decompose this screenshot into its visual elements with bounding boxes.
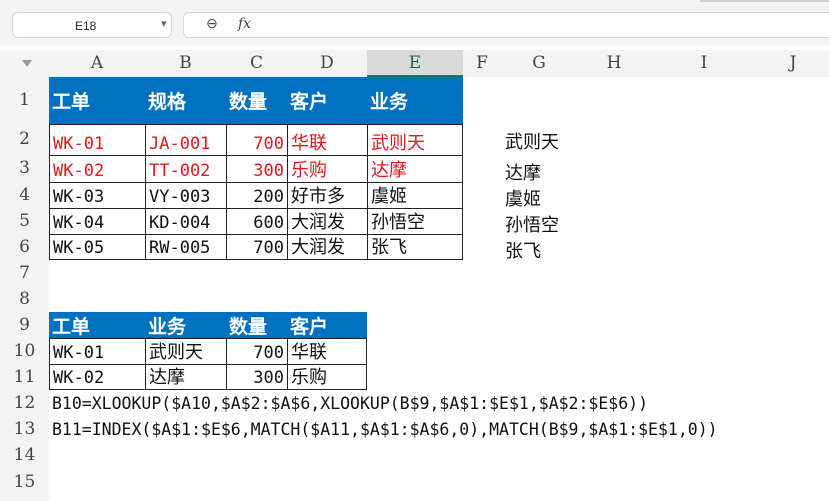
table1-cell[interactable]: JA-001 [145,124,227,156]
table1-header-cell[interactable]: 工单 [49,77,145,124]
table1-cell[interactable]: 虞姬 [367,182,463,209]
row-header-2[interactable]: 2 [0,124,49,155]
column-header-b[interactable]: B [145,50,226,77]
row-header-7[interactable]: 7 [0,260,49,286]
table2-header-cell[interactable]: 业务 [145,312,226,338]
table2-header-cell[interactable]: 工单 [49,312,145,338]
row-header-5[interactable]: 5 [0,208,49,234]
table2-header-cell[interactable]: 数量 [226,312,287,338]
table1-cell[interactable]: KD-004 [145,208,227,235]
row-header-15[interactable]: 15 [0,468,49,501]
g-column-cell[interactable]: 武则天 [505,128,559,154]
table1-cell[interactable]: VY-003 [145,182,227,209]
table1-cell[interactable]: 300 [226,155,288,183]
table1-cell[interactable]: TT-002 [145,155,227,183]
chevron-down-icon[interactable]: ▾ [161,17,167,30]
zoom-icon[interactable]: ⊖ [206,16,218,32]
table2-cell[interactable]: 武则天 [145,338,227,365]
column-header-i[interactable]: I [651,50,757,77]
name-box[interactable]: E18 ▾ [12,12,172,38]
window-edge [700,0,829,2]
select-all-icon [22,60,32,67]
row-header-9[interactable]: 9 [0,312,49,338]
g-column-cell[interactable]: 虞姬 [505,185,541,211]
table1-cell[interactable]: 武则天 [367,124,463,156]
row-header-4[interactable]: 4 [0,182,49,208]
column-header-h[interactable]: H [577,50,651,77]
column-header-d[interactable]: D [287,50,367,77]
table1-cell[interactable]: WK-04 [49,208,146,235]
column-header-j[interactable]: J [757,50,829,77]
formula-note-b10[interactable]: B10=XLOOKUP($A10,$A$2:$A$6,XLOOKUP(B$9,$… [52,394,648,413]
column-header-e[interactable]: E [367,50,463,77]
formula-note-b11[interactable]: B11=INDEX($A$1:$E$6,MATCH($A11,$A$1:$A$6… [52,420,718,439]
table2-cell[interactable]: WK-01 [49,338,146,365]
formula-input[interactable]: ⊖ fx [183,12,829,38]
table1-header-cell[interactable]: 规格 [145,77,226,124]
row-header-11[interactable]: 11 [0,364,49,390]
table1-header-cell[interactable]: 业务 [367,77,463,124]
column-header-f[interactable]: F [463,50,501,77]
column-header-a[interactable]: A [49,50,145,77]
table1-cell[interactable]: 大润发 [287,234,368,260]
table1-cell[interactable]: 张飞 [367,234,463,260]
row-header-3[interactable]: 3 [0,155,49,182]
table1-cell[interactable]: 华联 [287,124,368,156]
row-header-14[interactable]: 14 [0,442,49,468]
table2-header-cell[interactable]: 客户 [287,312,367,338]
column-header-c[interactable]: C [226,50,287,77]
g-column-cell[interactable]: 达摩 [505,159,541,185]
table1-cell[interactable]: WK-02 [49,155,146,183]
table1-cell[interactable]: 达摩 [367,155,463,183]
table1-cell[interactable]: WK-01 [49,124,146,156]
table1-header-cell[interactable]: 客户 [287,77,367,124]
table1-cell[interactable]: 600 [226,208,288,235]
name-box-value: E18 [75,19,97,33]
g-column-cell[interactable]: 孙悟空 [505,211,559,237]
g-column-cell[interactable]: 张飞 [505,237,541,263]
table1-cell[interactable]: WK-05 [49,234,146,260]
row-header-1[interactable]: 1 [0,77,49,124]
table1-header-cell[interactable]: 数量 [226,77,287,124]
table1-cell[interactable]: 好市多 [287,182,368,209]
row-header-10[interactable]: 10 [0,338,49,364]
table2-cell[interactable]: 乐购 [287,364,367,390]
table2-cell[interactable]: 华联 [287,338,367,365]
row-header-8[interactable]: 8 [0,286,49,312]
table1-cell[interactable]: 乐购 [287,155,368,183]
row-header-6[interactable]: 6 [0,234,49,260]
table1-cell[interactable]: RW-005 [145,234,227,260]
table1-cell[interactable]: WK-03 [49,182,146,209]
table2-cell[interactable]: 300 [226,364,288,390]
table1-cell[interactable]: 700 [226,234,288,260]
table1-cell[interactable]: 大润发 [287,208,368,235]
fx-icon[interactable]: fx [238,16,251,32]
column-header-g[interactable]: G [501,50,577,77]
row-header-13[interactable]: 13 [0,416,49,442]
table2-cell[interactable]: WK-02 [49,364,146,390]
table1-cell[interactable]: 200 [226,182,288,209]
table1-cell[interactable]: 700 [226,124,288,156]
table2-cell[interactable]: 达摩 [145,364,227,390]
table2-cell[interactable]: 700 [226,338,288,365]
table1-cell[interactable]: 孙悟空 [367,208,463,235]
row-header-12[interactable]: 12 [0,390,49,416]
